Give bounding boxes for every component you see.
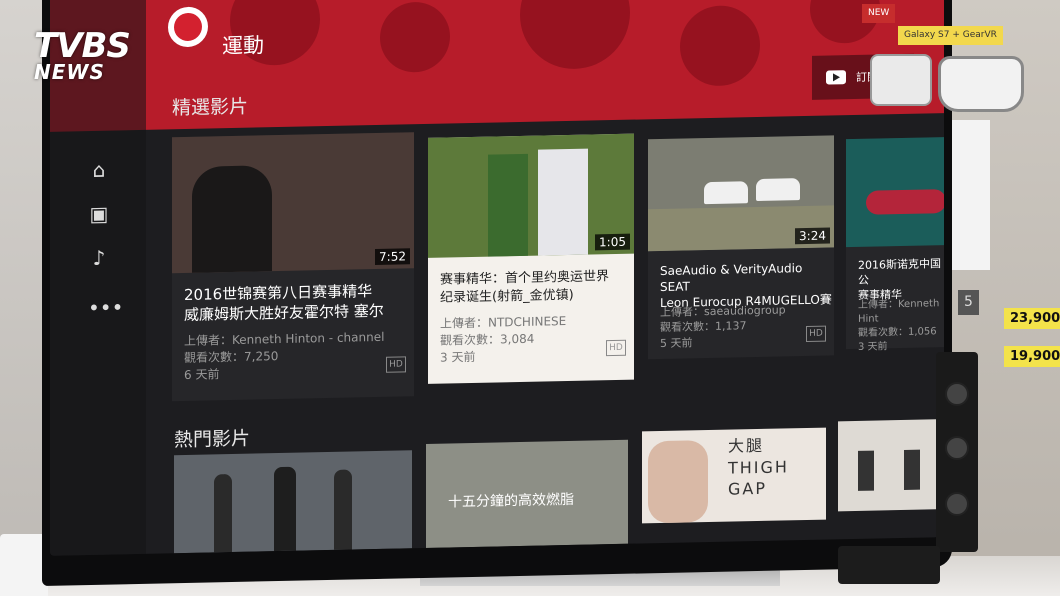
popular-video-card[interactable]: 大腿 THIGH GAP <box>642 427 826 524</box>
video-card[interactable]: 3:24 SaeAudio & VerityAudio SEAT Leon Eu… <box>648 135 834 360</box>
popular-video-caption: 大腿 THIGH GAP <box>728 435 789 499</box>
left-wall <box>0 0 44 596</box>
video-thumbnail: 3:24 <box>648 135 834 252</box>
more-icon[interactable]: ••• <box>88 295 123 320</box>
video-title: 2016世锦赛第八日赛事精华 威廉姆斯大胜好友霍尔特 塞尔 <box>184 282 384 325</box>
video-meta: 上傳者：saeaudiogroup 觀看次數：1,137 5 天前 <box>660 302 786 351</box>
popular-video-card[interactable]: 十五分鐘的高效燃脂 <box>426 439 628 548</box>
price-tag: 19,900 <box>1004 346 1060 367</box>
video-title: 赛事精华：首个里约奥运世界 纪录诞生(射箭_金优镇) <box>440 269 610 306</box>
video-meta: 上傳者：NTDCHINESE 觀看次數：3,084 3 天前 <box>440 313 566 366</box>
store-poster <box>948 120 990 270</box>
home-icon[interactable]: ⌂ <box>88 158 110 182</box>
video-thumbnail: 1:05 <box>428 133 634 258</box>
subscriptions-icon[interactable]: ▣ <box>88 202 110 226</box>
speaker <box>936 352 978 552</box>
popular-video-card[interactable] <box>174 450 412 554</box>
vr-headset <box>938 56 1024 112</box>
section-featured-title: 精選影片 <box>172 95 249 120</box>
channel-name: 運動 <box>222 33 264 59</box>
television: ⌂ ▣ ♪ ••• 運動 精選影片 訂閱 7:52 2016世锦赛第八日赛事精华… <box>42 0 952 586</box>
section-popular-title: 熱門影片 <box>174 427 251 452</box>
video-duration: 7:52 <box>375 248 410 266</box>
video-card[interactable]: 2016斯诺克中国公 赛事精华 上傳者：Kenneth Hint 觀看次數：1,… <box>846 136 944 353</box>
shelf-number: 5 <box>958 290 979 315</box>
popular-video-card[interactable] <box>838 419 942 512</box>
hd-badge: HD <box>806 325 826 342</box>
hd-badge: HD <box>386 356 406 373</box>
video-age: 3 天前 <box>440 349 476 365</box>
video-thumbnail: 7:52 <box>172 132 414 274</box>
video-card[interactable]: 7:52 2016世锦赛第八日赛事精华 威廉姆斯大胜好友霍尔特 塞尔 上傳者：K… <box>172 132 414 402</box>
tvbs-news-logo: TVBS NEWS <box>34 26 131 84</box>
video-age: 6 天前 <box>184 366 220 382</box>
video-uploader: 上傳者：Kenneth Hint <box>858 298 940 325</box>
video-uploader: 上傳者：saeaudiogroup <box>660 303 786 320</box>
music-icon[interactable]: ♪ <box>88 246 110 270</box>
video-duration: 3:24 <box>795 227 830 245</box>
video-duration: 1:05 <box>595 233 630 251</box>
video-thumbnail <box>846 136 944 248</box>
vr-phone <box>870 54 932 106</box>
popular-video-caption: 十五分鐘的高效燃脂 <box>448 491 574 511</box>
video-meta: 上傳者：Kenneth Hint 觀看次數：1,056 3 天前 <box>858 297 944 355</box>
cup <box>0 534 48 596</box>
new-sticker: NEW <box>862 4 896 23</box>
ball-icon <box>174 12 202 42</box>
youtube-tv-screen: ⌂ ▣ ♪ ••• 運動 精選影片 訂閱 7:52 2016世锦赛第八日赛事精华… <box>50 0 944 556</box>
video-age: 5 天前 <box>660 336 693 350</box>
video-views: 觀看次數：1,056 <box>858 326 937 339</box>
price-tag: 23,900 <box>1004 308 1060 329</box>
product-tag: Galaxy S7 + GearVR <box>898 26 1003 45</box>
youtube-icon <box>826 70 846 85</box>
video-meta: 上傳者：Kenneth Hinton - channel 觀看次數：7,250 … <box>184 329 384 384</box>
video-age: 3 天前 <box>858 341 888 353</box>
hd-badge: HD <box>606 339 626 357</box>
video-card-focused[interactable]: 1:05 赛事精华：首个里约奥运世界 纪录诞生(射箭_金优镇) 上傳者：NTDC… <box>428 133 634 384</box>
video-uploader: 上傳者：NTDCHINESE <box>440 314 567 331</box>
set-top-box <box>838 546 940 584</box>
